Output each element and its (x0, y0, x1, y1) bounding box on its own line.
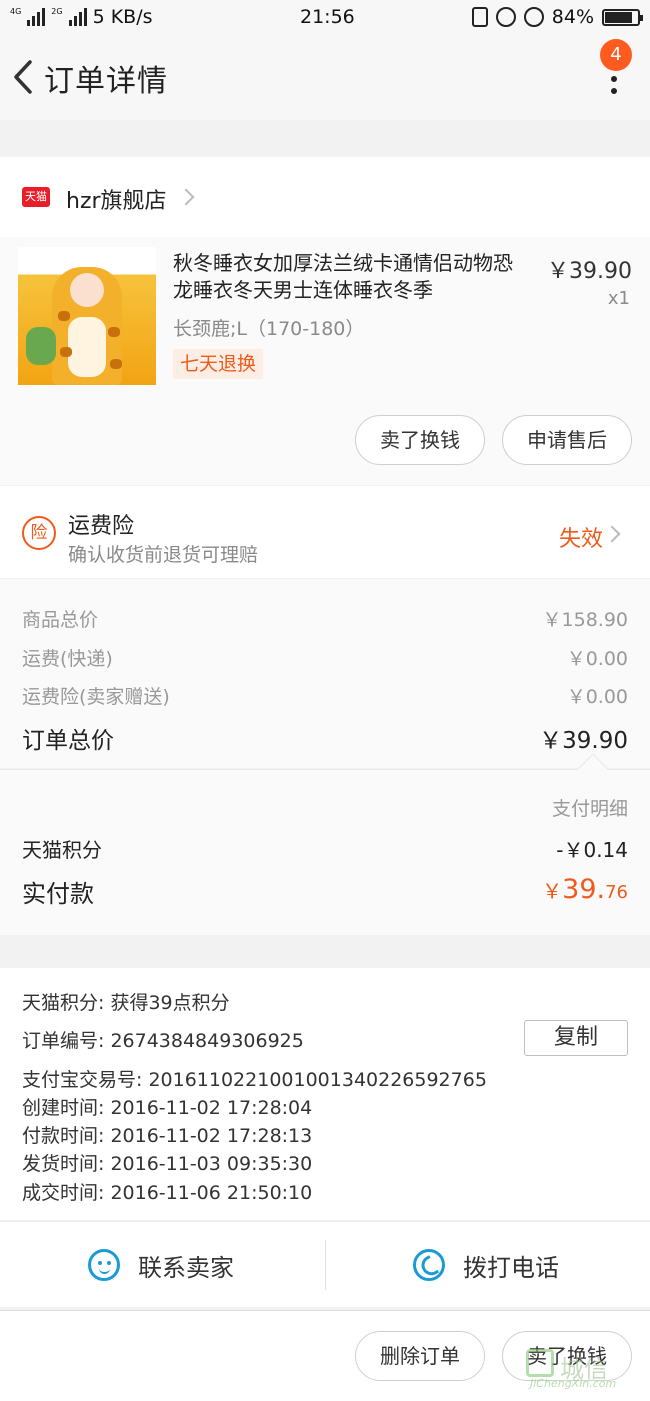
message-count-badge: 4 (600, 39, 632, 71)
order-total-label: 订单总价 (22, 728, 114, 754)
battery-icon (602, 8, 643, 26)
points-value: -￥0.14 (556, 838, 628, 862)
alarm-icon (523, 7, 544, 27)
summary-value: ￥0.00 (566, 648, 628, 670)
nav-bar: 订单详情 4 (0, 34, 650, 120)
sell-for-cash-button[interactable]: 卖了换钱 (355, 415, 485, 465)
actual-payment-label: 实付款 (22, 880, 94, 908)
shipping-insurance-row[interactable]: 险 运费险 确认收货前退货可理赔 失效 (0, 486, 650, 578)
product-image[interactable] (18, 247, 156, 385)
price-summary: 商品总价 ￥158.90 运费(快递) ￥0.00 运费险(卖家赠送) ￥0.0… (0, 578, 650, 768)
network-type-label: 2G (51, 6, 63, 16)
network-speed: 5 KB/s (92, 6, 153, 28)
return-policy-tag: 七天退换 (173, 349, 264, 379)
signal-icon (68, 8, 87, 26)
summary-row: 商品总价 ￥158.90 (22, 605, 628, 635)
points-label: 天猫积分 (22, 838, 102, 862)
phone-icon (413, 1249, 445, 1281)
chat-icon (88, 1249, 120, 1281)
shipped-time: 发货时间: 2016-11-03 09:35:30 (22, 1153, 313, 1175)
tmall-logo: 天猫 (22, 187, 50, 207)
chevron-right-icon (177, 188, 195, 206)
shop-row[interactable]: 天猫 hzr旗舰店 (0, 157, 650, 237)
created-time: 创建时间: 2016-11-02 17:28:04 (22, 1097, 313, 1119)
paid-time: 付款时间: 2016-11-02 17:28:13 (22, 1125, 313, 1147)
summary-row: 运费险(卖家赠送) ￥0.00 (22, 682, 628, 712)
order-info: 天猫积分: 获得39点积分 订单编号: 2674384849306925 复制 … (0, 968, 650, 1220)
contact-bar: 联系卖家 拨打电话 (0, 1221, 650, 1307)
product-card[interactable]: 秋冬睡衣女加厚法兰绒卡通情侣动物恐龙睡衣冬天男士连体睡衣冬季 长颈鹿;L（170… (0, 237, 650, 485)
shop-name[interactable]: hzr旗舰店 (66, 183, 167, 215)
actual-payment-value: ￥39.76 (542, 874, 628, 905)
insurance-status: 失效 (558, 527, 603, 552)
summary-label: 商品总价 (22, 609, 99, 631)
delete-order-button[interactable]: 删除订单 (355, 1331, 485, 1381)
insurance-subtitle: 确认收货前退货可理赔 (68, 544, 259, 566)
after-sale-button[interactable]: 申请售后 (502, 415, 632, 465)
vibrate-off-icon (471, 7, 488, 27)
summary-label: 运费险(卖家赠送) (22, 686, 170, 708)
divider (325, 1240, 326, 1290)
status-bar: 4G 2G 5 KB/s 21:56 84% (0, 0, 650, 34)
lock-rotation-icon (495, 7, 516, 27)
product-quantity: x1 (607, 288, 630, 309)
insurance-icon: 险 (22, 516, 56, 550)
payment-detail-label: 支付明细 (551, 798, 628, 820)
completed-time: 成交时间: 2016-11-06 21:50:10 (22, 1182, 313, 1204)
summary-label: 运费(快递) (22, 648, 113, 670)
signal-icon (27, 8, 46, 26)
network-type-label: 4G (10, 6, 22, 16)
copy-order-number-button[interactable]: 复制 (524, 1020, 628, 1056)
battery-percent: 84% (551, 6, 594, 28)
chevron-right-icon (603, 525, 621, 543)
points-earned: 天猫积分: 获得39点积分 (22, 992, 230, 1014)
clock: 21:56 (300, 6, 355, 28)
insurance-title: 运费险 (68, 514, 135, 539)
product-price: ￥39.90 (547, 259, 632, 284)
watermark-logo-icon (526, 1349, 554, 1377)
product-spec: 长颈鹿;L（170-180） (173, 318, 365, 340)
order-total-row: 订单总价 ￥39.90 (22, 721, 628, 754)
watermark-url: JiChengXin.com (530, 1377, 617, 1390)
page-title: 订单详情 (44, 64, 168, 99)
summary-value: ￥0.00 (566, 686, 628, 708)
contact-seller-button[interactable]: 联系卖家 (88, 1222, 234, 1308)
payment-detail: 支付明细 天猫积分 -￥0.14 实付款 ￥39.76 (0, 753, 650, 935)
back-arrow-icon[interactable] (6, 54, 42, 100)
call-seller-button[interactable]: 拨打电话 (413, 1222, 559, 1308)
contact-seller-label: 联系卖家 (138, 1253, 234, 1282)
alipay-transaction-number[interactable]: 支付宝交易号: 2016110221001001340226592765 (22, 1065, 487, 1092)
product-title[interactable]: 秋冬睡衣女加厚法兰绒卡通情侣动物恐龙睡衣冬天男士连体睡衣冬季 (173, 250, 529, 304)
summary-row: 运费(快递) ￥0.00 (22, 644, 628, 674)
order-number[interactable]: 订单编号: 2674384849306925 (22, 1026, 304, 1053)
order-total-value: ￥39.90 (539, 728, 628, 754)
summary-value: ￥158.90 (542, 609, 628, 631)
watermark: 城信 JiChengXin.com (520, 1349, 644, 1391)
call-seller-label: 拨打电话 (463, 1253, 559, 1282)
bottom-action-bar: 删除订单 卖了换钱 城信 JiChengXin.com (0, 1310, 650, 1401)
